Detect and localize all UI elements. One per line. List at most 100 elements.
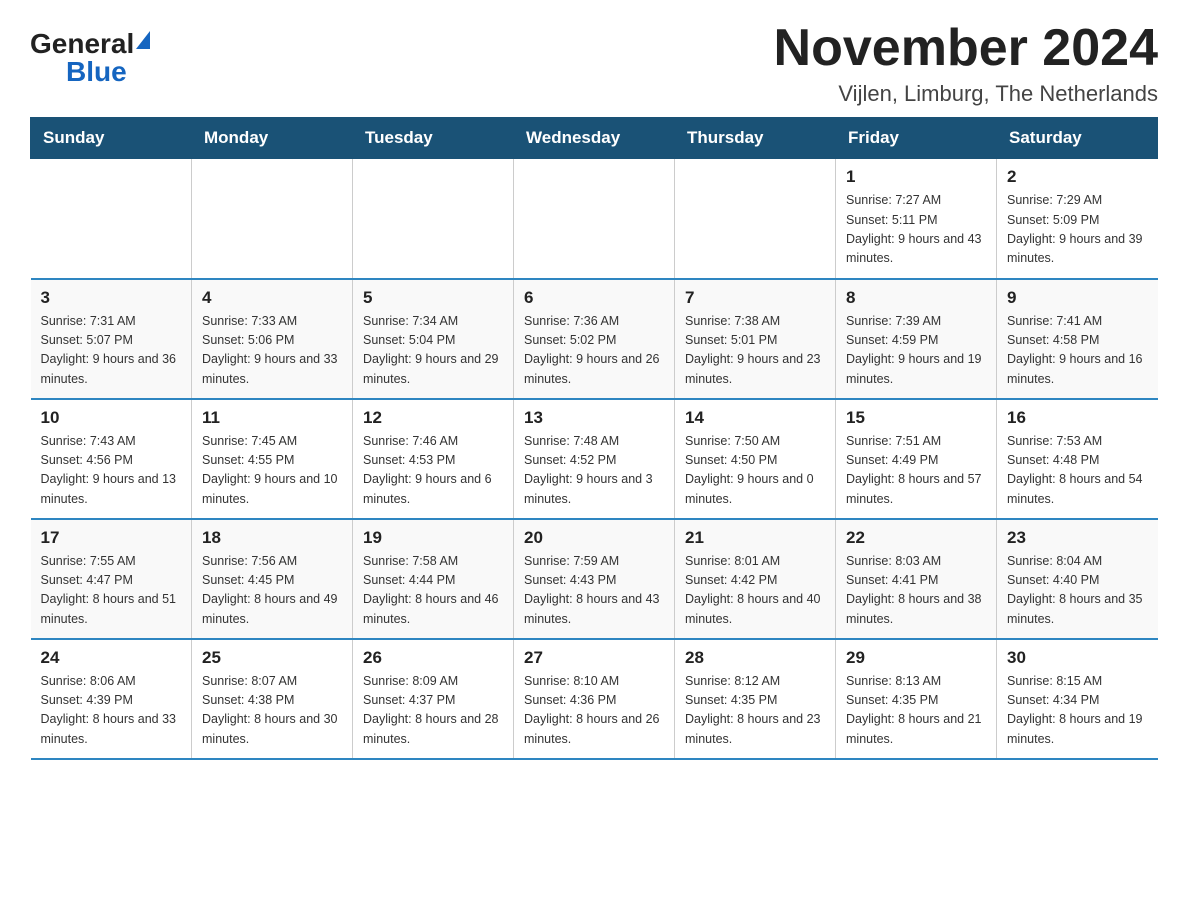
day-number: 4 (202, 288, 342, 308)
calendar-cell: 2 Sunrise: 7:29 AMSunset: 5:09 PMDaylight… (997, 159, 1158, 279)
day-info: Sunrise: 7:41 AMSunset: 4:58 PMDaylight:… (1007, 312, 1148, 390)
day-info: Sunrise: 7:59 AMSunset: 4:43 PMDaylight:… (524, 552, 664, 630)
day-info: Sunrise: 7:56 AMSunset: 4:45 PMDaylight:… (202, 552, 342, 630)
calendar-week-row: 3Sunrise: 7:31 AMSunset: 5:07 PMDaylight… (31, 279, 1158, 399)
day-number: 25 (202, 648, 342, 668)
day-info: Sunrise: 8:04 AMSunset: 4:40 PMDaylight:… (1007, 552, 1148, 630)
calendar-cell: 28 Sunrise: 8:12 AMSunset: 4:35 PMDayligh… (675, 639, 836, 759)
day-info: Sunrise: 7:46 AMSunset: 4:53 PMDaylight:… (363, 432, 503, 510)
day-info: Sunrise: 7:45 AMSunset: 4:55 PMDaylight:… (202, 432, 342, 510)
day-number: 9 (1007, 288, 1148, 308)
weekday-header-monday: Monday (192, 118, 353, 159)
day-info: Sunrise: 7:38 AMSunset: 5:01 PMDaylight:… (685, 312, 825, 390)
day-number: 18 (202, 528, 342, 548)
calendar-cell (675, 159, 836, 279)
calendar-cell: 6Sunrise: 7:36 AMSunset: 5:02 PMDaylight… (514, 279, 675, 399)
day-info: Sunrise: 8:13 AMSunset: 4:35 PMDaylight:… (846, 672, 986, 750)
day-info: Sunrise: 7:50 AMSunset: 4:50 PMDaylight:… (685, 432, 825, 510)
day-number: 26 (363, 648, 503, 668)
weekday-header-friday: Friday (836, 118, 997, 159)
day-number: 5 (363, 288, 503, 308)
calendar-cell: 30Sunrise: 8:15 AMSunset: 4:34 PMDayligh… (997, 639, 1158, 759)
calendar-week-row: 10 Sunrise: 7:43 AMSunset: 4:56 PMDayligh… (31, 399, 1158, 519)
day-number: 17 (41, 528, 182, 548)
calendar-cell: 24Sunrise: 8:06 AMSunset: 4:39 PMDayligh… (31, 639, 192, 759)
calendar-cell: 12 Sunrise: 7:46 AMSunset: 4:53 PMDayligh… (353, 399, 514, 519)
calendar-body: 1 Sunrise: 7:27 AMSunset: 5:11 PMDaylight… (31, 159, 1158, 759)
day-number: 19 (363, 528, 503, 548)
calendar-week-row: 24Sunrise: 8:06 AMSunset: 4:39 PMDayligh… (31, 639, 1158, 759)
day-info: Sunrise: 8:01 AMSunset: 4:42 PMDaylight:… (685, 552, 825, 630)
calendar-cell: 8Sunrise: 7:39 AMSunset: 4:59 PMDaylight… (836, 279, 997, 399)
day-info: Sunrise: 7:27 AMSunset: 5:11 PMDaylight:… (846, 191, 986, 269)
calendar-week-row: 1 Sunrise: 7:27 AMSunset: 5:11 PMDaylight… (31, 159, 1158, 279)
weekday-header-tuesday: Tuesday (353, 118, 514, 159)
day-number: 2 (1007, 167, 1148, 187)
calendar-cell: 29 Sunrise: 8:13 AMSunset: 4:35 PMDayligh… (836, 639, 997, 759)
weekday-header-saturday: Saturday (997, 118, 1158, 159)
calendar-table: SundayMondayTuesdayWednesdayThursdayFrid… (30, 117, 1158, 760)
calendar-cell: 10 Sunrise: 7:43 AMSunset: 4:56 PMDayligh… (31, 399, 192, 519)
weekday-header-sunday: Sunday (31, 118, 192, 159)
calendar-cell: 26 Sunrise: 8:09 AMSunset: 4:37 PMDayligh… (353, 639, 514, 759)
day-info: Sunrise: 7:58 AMSunset: 4:44 PMDaylight:… (363, 552, 503, 630)
calendar-cell: 3Sunrise: 7:31 AMSunset: 5:07 PMDaylight… (31, 279, 192, 399)
calendar-cell: 5 Sunrise: 7:34 AMSunset: 5:04 PMDaylight… (353, 279, 514, 399)
day-info: Sunrise: 8:10 AMSunset: 4:36 PMDaylight:… (524, 672, 664, 750)
calendar-cell: 20Sunrise: 7:59 AMSunset: 4:43 PMDayligh… (514, 519, 675, 639)
day-info: Sunrise: 7:39 AMSunset: 4:59 PMDaylight:… (846, 312, 986, 390)
calendar-cell: 13 Sunrise: 7:48 AMSunset: 4:52 PMDayligh… (514, 399, 675, 519)
day-info: Sunrise: 7:31 AMSunset: 5:07 PMDaylight:… (41, 312, 182, 390)
calendar-cell (192, 159, 353, 279)
weekday-header-row: SundayMondayTuesdayWednesdayThursdayFrid… (31, 118, 1158, 159)
day-number: 29 (846, 648, 986, 668)
calendar-header: SundayMondayTuesdayWednesdayThursdayFrid… (31, 118, 1158, 159)
day-info: Sunrise: 7:48 AMSunset: 4:52 PMDaylight:… (524, 432, 664, 510)
location-subtitle: Vijlen, Limburg, The Netherlands (774, 81, 1158, 107)
day-info: Sunrise: 8:09 AMSunset: 4:37 PMDaylight:… (363, 672, 503, 750)
day-number: 30 (1007, 648, 1148, 668)
day-number: 27 (524, 648, 664, 668)
calendar-week-row: 17Sunrise: 7:55 AMSunset: 4:47 PMDayligh… (31, 519, 1158, 639)
day-number: 15 (846, 408, 986, 428)
calendar-cell: 11 Sunrise: 7:45 AMSunset: 4:55 PMDayligh… (192, 399, 353, 519)
weekday-header-thursday: Thursday (675, 118, 836, 159)
calendar-cell: 7 Sunrise: 7:38 AMSunset: 5:01 PMDaylight… (675, 279, 836, 399)
day-info: Sunrise: 7:43 AMSunset: 4:56 PMDaylight:… (41, 432, 182, 510)
calendar-cell (353, 159, 514, 279)
day-info: Sunrise: 7:51 AMSunset: 4:49 PMDaylight:… (846, 432, 986, 510)
day-number: 1 (846, 167, 986, 187)
logo: General Blue (30, 30, 150, 86)
day-number: 7 (685, 288, 825, 308)
day-info: Sunrise: 8:03 AMSunset: 4:41 PMDaylight:… (846, 552, 986, 630)
day-info: Sunrise: 7:29 AMSunset: 5:09 PMDaylight:… (1007, 191, 1148, 269)
day-number: 11 (202, 408, 342, 428)
calendar-cell: 15 Sunrise: 7:51 AMSunset: 4:49 PMDayligh… (836, 399, 997, 519)
day-info: Sunrise: 8:12 AMSunset: 4:35 PMDaylight:… (685, 672, 825, 750)
day-number: 22 (846, 528, 986, 548)
calendar-cell: 27 Sunrise: 8:10 AMSunset: 4:36 PMDayligh… (514, 639, 675, 759)
day-info: Sunrise: 7:33 AMSunset: 5:06 PMDaylight:… (202, 312, 342, 390)
title-block: November 2024 Vijlen, Limburg, The Nethe… (774, 20, 1158, 107)
day-number: 14 (685, 408, 825, 428)
calendar-cell: 22 Sunrise: 8:03 AMSunset: 4:41 PMDayligh… (836, 519, 997, 639)
day-number: 12 (363, 408, 503, 428)
day-info: Sunrise: 8:06 AMSunset: 4:39 PMDaylight:… (41, 672, 182, 750)
calendar-cell: 4 Sunrise: 7:33 AMSunset: 5:06 PMDaylight… (192, 279, 353, 399)
calendar-cell: 14 Sunrise: 7:50 AMSunset: 4:50 PMDayligh… (675, 399, 836, 519)
day-number: 23 (1007, 528, 1148, 548)
calendar-cell (31, 159, 192, 279)
day-info: Sunrise: 7:36 AMSunset: 5:02 PMDaylight:… (524, 312, 664, 390)
month-title: November 2024 (774, 20, 1158, 77)
page-header: General Blue November 2024 Vijlen, Limbu… (30, 20, 1158, 107)
calendar-cell: 18 Sunrise: 7:56 AMSunset: 4:45 PMDayligh… (192, 519, 353, 639)
calendar-cell: 19 Sunrise: 7:58 AMSunset: 4:44 PMDayligh… (353, 519, 514, 639)
logo-triangle-icon (136, 31, 150, 49)
calendar-cell (514, 159, 675, 279)
day-number: 28 (685, 648, 825, 668)
calendar-cell: 23 Sunrise: 8:04 AMSunset: 4:40 PMDayligh… (997, 519, 1158, 639)
calendar-cell: 9 Sunrise: 7:41 AMSunset: 4:58 PMDaylight… (997, 279, 1158, 399)
day-number: 10 (41, 408, 182, 428)
day-info: Sunrise: 7:34 AMSunset: 5:04 PMDaylight:… (363, 312, 503, 390)
day-number: 13 (524, 408, 664, 428)
